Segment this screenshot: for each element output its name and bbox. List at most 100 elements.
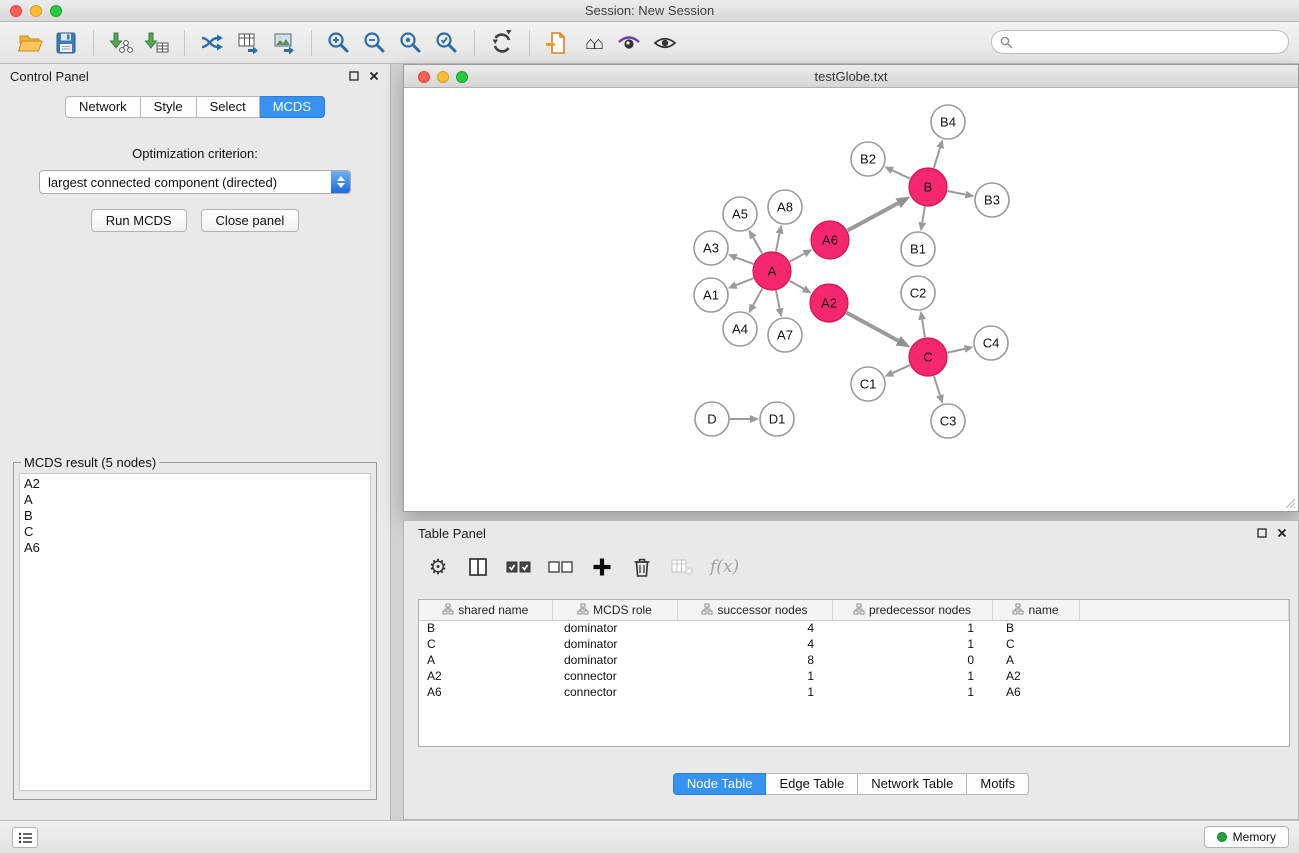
tab-mcds[interactable]: MCDS <box>260 96 325 118</box>
tab-network[interactable]: Network <box>65 96 141 118</box>
apply-layout-button[interactable] <box>484 26 520 60</box>
float-table-panel-icon[interactable] <box>1254 525 1270 541</box>
tab-node-table[interactable]: Node Table <box>673 773 767 795</box>
toggle-bird-view-button[interactable] <box>647 26 683 60</box>
import-network-button[interactable] <box>103 26 139 60</box>
node-A3[interactable]: A3 <box>694 231 728 265</box>
node-A7[interactable]: A7 <box>768 318 802 352</box>
search-input[interactable] <box>1018 35 1280 49</box>
network-canvas[interactable]: B4B2BB3A5A8A6B1A3AC2A1A2A4A7C4CC1C3DD1 <box>405 89 1299 512</box>
node-C1[interactable]: C1 <box>851 367 885 401</box>
float-panel-icon[interactable] <box>346 68 362 84</box>
create-column-button[interactable] <box>590 554 614 580</box>
node-A4[interactable]: A4 <box>723 312 757 346</box>
node-C2[interactable]: C2 <box>901 276 935 310</box>
node-B4[interactable]: B4 <box>931 105 965 139</box>
close-network-window-icon[interactable] <box>418 71 430 83</box>
node-B3[interactable]: B3 <box>975 183 1009 217</box>
minimize-network-window-icon[interactable] <box>437 71 449 83</box>
edge-B-B2[interactable] <box>892 170 909 178</box>
edge-C-C4[interactable] <box>948 349 965 353</box>
open-session-button[interactable] <box>12 26 48 60</box>
column-header-MCDS-role[interactable]: MCDS role <box>552 600 677 620</box>
export-table-button[interactable] <box>230 26 266 60</box>
optimization-criterion-select[interactable]: largest connected component (directed) <box>39 170 351 194</box>
tab-motifs[interactable]: Motifs <box>967 773 1029 795</box>
run-mcds-button[interactable]: Run MCDS <box>91 209 187 232</box>
show-columns-button[interactable] <box>466 554 490 580</box>
zoom-fit-button[interactable] <box>393 26 429 60</box>
new-network-button[interactable] <box>194 26 230 60</box>
deselect-all-rows-button[interactable] <box>548 554 574 580</box>
select-all-rows-button[interactable] <box>506 554 532 580</box>
mcds-result-list[interactable]: A2ABCA6 <box>19 473 371 791</box>
table-row[interactable]: A2connector11A2 <box>419 668 1289 684</box>
close-panel-icon[interactable] <box>366 68 382 84</box>
node-C[interactable]: C <box>909 338 947 376</box>
copy-document-button[interactable] <box>539 26 575 60</box>
save-session-button[interactable] <box>48 26 84 60</box>
zoom-window-icon[interactable] <box>50 5 62 17</box>
column-header-name[interactable]: name <box>992 600 1079 620</box>
edge-B-B3[interactable] <box>948 191 966 195</box>
column-header-shared-name[interactable]: shared name <box>419 600 552 620</box>
edge-B-B1[interactable] <box>922 207 925 223</box>
table-settings-button[interactable]: ⚙ <box>426 554 450 580</box>
network-window-titlebar[interactable]: testGlobe.txt <box>404 65 1298 88</box>
edge-A-A7[interactable] <box>776 291 780 309</box>
edge-C-C3[interactable] <box>934 376 940 395</box>
node-D1[interactable]: D1 <box>760 402 794 436</box>
edge-A-A5[interactable] <box>753 238 762 254</box>
memory-button[interactable]: Memory <box>1204 826 1289 848</box>
result-item[interactable]: A <box>20 492 370 508</box>
delete-column-button[interactable] <box>630 554 654 580</box>
edge-A-A3[interactable] <box>736 258 753 264</box>
node-B1[interactable]: B1 <box>901 232 935 266</box>
result-item[interactable]: B <box>20 508 370 524</box>
zoom-in-button[interactable] <box>321 26 357 60</box>
close-panel-button[interactable]: Close panel <box>201 209 300 232</box>
show-graphics-details-button[interactable] <box>611 26 647 60</box>
node-A2[interactable]: A2 <box>810 284 848 322</box>
edge-A-A8[interactable] <box>776 233 780 251</box>
export-image-button[interactable] <box>266 26 302 60</box>
column-header-successor-nodes[interactable]: successor nodes <box>677 600 832 620</box>
result-item[interactable]: A6 <box>20 540 370 556</box>
edge-A6-B[interactable] <box>848 203 899 230</box>
minimize-window-icon[interactable] <box>30 5 42 17</box>
node-C3[interactable]: C3 <box>931 404 965 438</box>
node-C4[interactable]: C4 <box>974 326 1008 360</box>
window-controls[interactable] <box>10 5 62 17</box>
node-B2[interactable]: B2 <box>851 142 885 176</box>
result-item[interactable]: C <box>20 524 370 540</box>
zoom-network-window-icon[interactable] <box>456 71 468 83</box>
network-window-controls[interactable] <box>418 71 468 83</box>
close-window-icon[interactable] <box>10 5 22 17</box>
tab-style[interactable]: Style <box>141 96 197 118</box>
edge-C-C1[interactable] <box>893 365 910 373</box>
tab-edge-table[interactable]: Edge Table <box>766 773 858 795</box>
search-box[interactable] <box>991 30 1289 54</box>
result-item[interactable]: A2 <box>20 476 370 492</box>
import-table-button[interactable] <box>139 26 175 60</box>
delete-table-button-disabled[interactable] <box>670 554 694 580</box>
edge-C-C2[interactable] <box>922 320 925 338</box>
edge-A-A4[interactable] <box>753 289 762 306</box>
edge-A-A2[interactable] <box>789 281 803 289</box>
tab-select[interactable]: Select <box>197 96 260 118</box>
column-header-predecessor-nodes[interactable]: predecessor nodes <box>832 600 992 620</box>
edge-A2-C[interactable] <box>847 313 899 341</box>
function-builder-button[interactable]: f(x) <box>710 554 739 580</box>
table-row[interactable]: Bdominator41B <box>419 620 1289 636</box>
node-A8[interactable]: A8 <box>768 190 802 224</box>
node-A[interactable]: A <box>753 252 791 290</box>
tab-network-table[interactable]: Network Table <box>858 773 967 795</box>
zoom-selected-button[interactable] <box>429 26 465 60</box>
table-row[interactable]: A6connector11A6 <box>419 684 1289 700</box>
table-row[interactable]: Cdominator41C <box>419 636 1289 652</box>
task-history-button[interactable] <box>12 827 38 848</box>
zoom-out-button[interactable] <box>357 26 393 60</box>
resize-grip-icon[interactable] <box>1284 497 1296 509</box>
node-A1[interactable]: A1 <box>694 278 728 312</box>
edge-A-A1[interactable] <box>736 278 753 285</box>
